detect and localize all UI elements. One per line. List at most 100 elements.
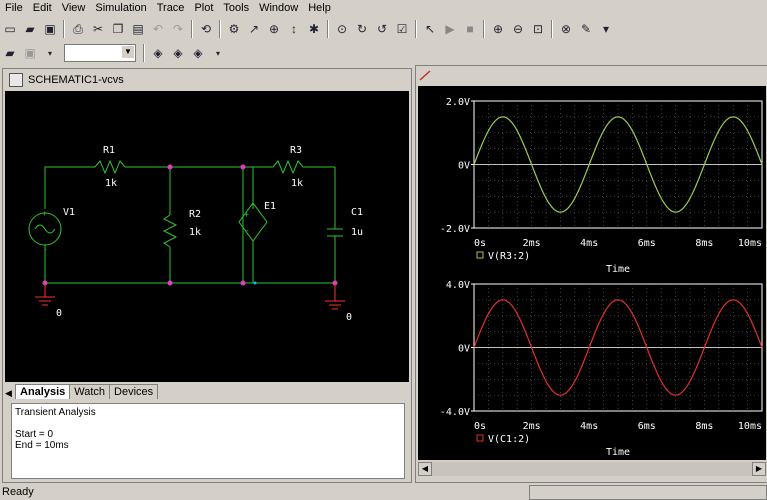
copy-icon[interactable]: ❐ bbox=[109, 20, 127, 38]
menu-bar: File Edit View Simulation Trace Plot Too… bbox=[0, 0, 767, 16]
markers-icon[interactable]: ✎ bbox=[577, 20, 595, 38]
r2-value: 1k bbox=[189, 227, 201, 238]
toolbar-separator bbox=[483, 20, 485, 38]
trace-icon[interactable]: ↻ bbox=[353, 20, 371, 38]
markers-dropdown-icon[interactable]: ▾ bbox=[597, 20, 615, 38]
open-icon[interactable]: ▰ bbox=[21, 20, 39, 38]
node-dot bbox=[167, 280, 173, 286]
current-probe-icon[interactable]: ⊕ bbox=[265, 20, 283, 38]
x-tick-label: 6ms bbox=[638, 421, 656, 432]
menu-edit[interactable]: Edit bbox=[28, 0, 57, 16]
svg-text:-: - bbox=[245, 226, 250, 235]
zoom-out-icon[interactable]: ⊖ bbox=[509, 20, 527, 38]
diamond-icon[interactable]: ◈ bbox=[149, 44, 167, 62]
r1-label: R1 bbox=[103, 145, 115, 156]
x-axis-label: Time bbox=[606, 447, 630, 458]
legend-label: V(R3:2) bbox=[488, 251, 530, 262]
svg-text:-: - bbox=[43, 245, 48, 254]
y-tick-label: 2.0V bbox=[446, 97, 470, 108]
power-icon[interactable]: ↕ bbox=[285, 20, 303, 38]
x-tick-label: 8ms bbox=[695, 421, 713, 432]
probe-window: 2.0V 0V -2.0V 0s 2ms 4ms 6ms 8ms 10ms V(R3:2) Time… bbox=[415, 65, 767, 483]
stop-icon[interactable]: ■ bbox=[461, 20, 479, 38]
resistor-r1 bbox=[94, 159, 126, 175]
open-profile-icon[interactable]: ▰ bbox=[1, 44, 19, 62]
x-tick-label: 8ms bbox=[695, 238, 713, 249]
legend-marker bbox=[476, 434, 484, 442]
scroll-right-icon[interactable]: ▶ bbox=[752, 462, 766, 476]
y-tick-label: 4.0V bbox=[446, 280, 470, 291]
output-tabs: ◀ Analysis Watch Devices bbox=[5, 383, 409, 399]
toolbar-separator bbox=[327, 20, 329, 38]
r3-label: R3 bbox=[290, 145, 302, 156]
schematic-titlebar: SCHEMATIC1-vcvs bbox=[5, 71, 409, 89]
tab-analysis[interactable]: Analysis bbox=[15, 384, 71, 399]
probe-icon[interactable]: ⚙ bbox=[225, 20, 243, 38]
tab-watch[interactable]: Watch bbox=[69, 384, 111, 399]
menu-window[interactable]: Window bbox=[254, 0, 303, 16]
scroll-left-icon[interactable]: ◀ bbox=[418, 462, 432, 476]
zoom-fit-icon[interactable]: ⊡ bbox=[529, 20, 547, 38]
menu-tools[interactable]: Tools bbox=[218, 0, 254, 16]
diamond-icon[interactable]: ◈ bbox=[169, 44, 187, 62]
e1-label: E1 bbox=[264, 201, 276, 212]
trace2-icon[interactable]: ↺ bbox=[373, 20, 391, 38]
profile-dropdown-icon[interactable]: ▾ bbox=[41, 44, 59, 62]
secondary-toolbar: ▰ ▣ ▾ ▼ ◈ ◈ ◈ ▾ bbox=[0, 41, 767, 65]
redo-icon[interactable]: ↷ bbox=[169, 20, 187, 38]
undo-icon[interactable]: ↶ bbox=[149, 20, 167, 38]
plot-canvas[interactable]: 2.0V 0V -2.0V 0s 2ms 4ms 6ms 8ms 10ms V(R3:2) Time… bbox=[418, 86, 766, 460]
output-line: End = 10ms bbox=[15, 440, 69, 451]
chevron-down-icon[interactable]: ▼ bbox=[122, 46, 134, 58]
voltage-probe-icon[interactable]: ↗ bbox=[245, 20, 263, 38]
legend-marker bbox=[476, 251, 484, 259]
paste-icon[interactable]: ▤ bbox=[129, 20, 147, 38]
zoom-area-icon[interactable]: ⊗ bbox=[557, 20, 575, 38]
cursor-icon[interactable]: ↖ bbox=[421, 20, 439, 38]
output-window[interactable]: Transient Analysis Start = 0 End = 10ms bbox=[11, 403, 405, 479]
x-tick-label: 4ms bbox=[580, 421, 598, 432]
profile-select[interactable]: ▼ bbox=[64, 44, 136, 62]
print-icon[interactable]: ⎙ bbox=[69, 20, 87, 38]
probe-icon bbox=[419, 70, 431, 81]
menu-trace[interactable]: Trace bbox=[152, 0, 190, 16]
run-icon[interactable]: ▶ bbox=[441, 20, 459, 38]
plots-svg: 2.0V 0V -2.0V 0s 2ms 4ms 6ms 8ms 10ms V(R3:2) Time… bbox=[440, 97, 763, 458]
dropdown-icon[interactable]: ▾ bbox=[209, 44, 227, 62]
check-icon[interactable]: ☑ bbox=[393, 20, 411, 38]
y-tick-label: -4.0V bbox=[440, 407, 470, 418]
diamond-icon[interactable]: ◈ bbox=[189, 44, 207, 62]
edit-profile-icon[interactable]: ▣ bbox=[21, 44, 39, 62]
status-panel bbox=[529, 484, 767, 500]
horizontal-scrollbar[interactable]: ◀ ▶ bbox=[418, 462, 766, 476]
status-bar: Ready bbox=[0, 484, 767, 500]
schematic-icon bbox=[9, 73, 23, 87]
legend-label: V(C1:2) bbox=[488, 434, 530, 445]
tab-devices[interactable]: Devices bbox=[109, 384, 159, 399]
menu-view[interactable]: View bbox=[57, 0, 91, 16]
resistor-r3 bbox=[272, 159, 304, 175]
node-dot bbox=[240, 164, 246, 170]
toolbar-separator bbox=[143, 44, 145, 62]
menu-plot[interactable]: Plot bbox=[189, 0, 218, 16]
menu-file[interactable]: File bbox=[0, 0, 28, 16]
tab-scroll-left-icon[interactable]: ◀ bbox=[5, 388, 15, 399]
y-tick-label: 0V bbox=[458, 344, 470, 355]
menu-simulation[interactable]: Simulation bbox=[90, 0, 151, 16]
marker-icon[interactable]: ✱ bbox=[305, 20, 323, 38]
cut-icon[interactable]: ✂ bbox=[89, 20, 107, 38]
toolbar-separator bbox=[551, 20, 553, 38]
zoom-in-icon[interactable]: ⊕ bbox=[489, 20, 507, 38]
save-icon[interactable]: ▣ bbox=[41, 20, 59, 38]
new-icon[interactable]: ▭ bbox=[1, 20, 19, 38]
y-tick-label: -2.0V bbox=[440, 224, 470, 235]
schematic-canvas[interactable]: + - + - R1 1k R2 1k R3 1k V1 E1 C1 1u 0 … bbox=[5, 91, 409, 382]
toolbar-separator bbox=[63, 20, 65, 38]
refresh-icon[interactable]: ⟲ bbox=[197, 20, 215, 38]
wire bbox=[44, 166, 95, 209]
ground-label: 0 bbox=[346, 312, 352, 323]
x-tick-label: 4ms bbox=[580, 238, 598, 249]
menu-help[interactable]: Help bbox=[303, 0, 336, 16]
add-trace-icon[interactable]: ⊙ bbox=[333, 20, 351, 38]
y-tick-label: 0V bbox=[458, 161, 470, 172]
